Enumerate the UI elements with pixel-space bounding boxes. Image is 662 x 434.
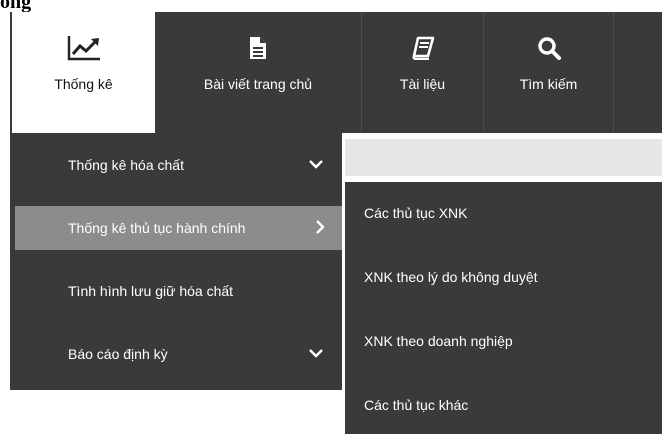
dropdown-menu: Thống kê hóa chất Thống kê thủ tục hành … <box>10 133 342 390</box>
line-chart-icon <box>66 34 102 62</box>
submenu: Các thủ tục XNK XNK theo lý do không duy… <box>345 182 662 434</box>
submenu-header-bar <box>345 139 662 176</box>
menu-item-label: Thống kê hóa chất <box>68 157 184 173</box>
submenu-item-cac-thu-tuc-xnk[interactable]: Các thủ tục XNK <box>364 204 468 222</box>
submenu-item-xnk-theo-doanh-nghiep[interactable]: XNK theo doanh nghiệp <box>364 332 513 350</box>
page-heading: ong <box>0 0 32 13</box>
menu-item-thong-ke-hoa-chat[interactable]: Thống kê hóa chất <box>15 143 342 187</box>
menu-item-label: Tình hình lưu giữ hóa chất <box>68 283 234 299</box>
menu-item-tinh-hinh-luu-giu-hoa-chat[interactable]: Tình hình lưu giữ hóa chất <box>15 269 342 313</box>
menu-item-label: Báo cáo định kỳ <box>68 346 168 362</box>
nav-filler <box>614 12 662 133</box>
menu-item-bao-cao-dinh-ky[interactable]: Báo cáo định kỳ <box>15 332 342 376</box>
chevron-right-icon <box>314 219 326 238</box>
tab-label: Tìm kiếm <box>519 76 578 92</box>
top-navigation: Thống kê Bài viết trang chủ Tài liệu Tìm… <box>10 12 662 133</box>
document-icon <box>249 34 267 62</box>
chevron-down-icon <box>308 345 324 364</box>
tab-tim-kiem[interactable]: Tìm kiếm <box>484 12 614 133</box>
search-icon <box>537 34 561 62</box>
submenu-item-cac-thu-tuc-khac[interactable]: Các thủ tục khác <box>364 396 468 414</box>
tab-label: Tài liệu <box>399 76 446 92</box>
menu-item-label: Thống kê thủ tục hành chính <box>68 220 246 236</box>
book-icon <box>411 34 435 62</box>
tab-label: Bài viết trang chủ <box>203 76 313 92</box>
submenu-item-xnk-theo-ly-do-khong-duyet[interactable]: XNK theo lý do không duyệt <box>364 268 538 286</box>
tab-tai-lieu[interactable]: Tài liệu <box>362 12 484 133</box>
tab-bai-viet-trang-chu[interactable]: Bài viết trang chủ <box>155 12 362 133</box>
tab-label: Thống kê <box>54 76 113 92</box>
chevron-down-icon <box>308 156 324 175</box>
tab-thong-ke[interactable]: Thống kê <box>10 12 155 133</box>
menu-item-thong-ke-thu-tuc-hanh-chinh[interactable]: Thống kê thủ tục hành chính <box>15 206 342 250</box>
